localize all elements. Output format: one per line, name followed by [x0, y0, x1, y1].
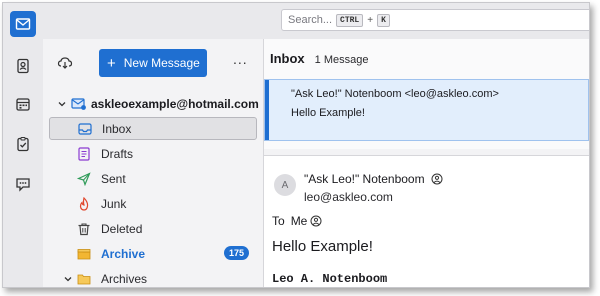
sender-address: leo@askleo.com: [304, 190, 393, 204]
folder-label: Sent: [101, 171, 126, 186]
message-body: Leo A. Notenboom: [272, 272, 388, 286]
calendar-button[interactable]: [10, 91, 36, 117]
mail-space-button[interactable]: [10, 11, 36, 37]
folder-junk[interactable]: Junk: [49, 192, 257, 215]
drafts-icon: [77, 146, 91, 161]
message-sender: "Ask Leo!" Notenboom <leo@askleo.com>: [291, 88, 499, 100]
folder-label: Deleted: [101, 221, 143, 236]
folder-pane: + New Message ... askleoexample@hotmail.…: [43, 39, 264, 287]
mail-icon: [15, 18, 31, 30]
unread-count-badge: 175: [223, 246, 249, 260]
new-message-button[interactable]: + New Message: [99, 49, 207, 77]
chevron-down-icon[interactable]: [63, 274, 73, 284]
contact-icon[interactable]: [431, 173, 443, 185]
archive-icon: [77, 247, 91, 261]
folder-sent[interactable]: Sent: [49, 167, 257, 190]
shortcut-plus: +: [367, 14, 374, 26]
chat-button[interactable]: [10, 171, 36, 197]
message-subject: Hello Example!: [291, 107, 365, 119]
folder-drafts[interactable]: Drafts: [49, 142, 257, 165]
account-mail-icon: [71, 98, 86, 110]
account-row[interactable]: askleoexample@hotmail.com: [57, 97, 259, 111]
search-placeholder: Search...: [288, 14, 333, 26]
address-book-icon: [17, 58, 29, 74]
cloud-download-icon: [57, 57, 73, 69]
preview-subject: Hello Example!: [272, 238, 373, 255]
inbox-icon: [78, 122, 92, 136]
to-label: To: [272, 214, 285, 228]
message-count: 1 Message: [314, 54, 369, 66]
folder-label: Archive: [101, 246, 146, 261]
new-message-label: New Message: [123, 56, 200, 70]
folder-label: Drafts: [101, 146, 134, 161]
tasks-icon: [17, 137, 29, 152]
chevron-down-icon: [58, 102, 66, 107]
folder-inbox[interactable]: Inbox: [49, 117, 257, 140]
folder-title: Inbox: [270, 51, 305, 66]
message-row[interactable]: "Ask Leo!" Notenboom <leo@askleo.com> He…: [264, 79, 589, 141]
tasks-button[interactable]: [10, 131, 36, 157]
folder-archive[interactable]: Archive 175: [49, 242, 257, 265]
folder-label: Archives: [101, 271, 148, 286]
trash-icon: [77, 222, 91, 236]
folder-label: Junk: [101, 196, 127, 211]
recipient-name[interactable]: Me: [291, 214, 308, 228]
message-preview: A "Ask Leo!" Notenboom leo@askleo.com To…: [264, 155, 589, 287]
avatar: A: [274, 174, 296, 196]
plus-icon: +: [107, 54, 116, 72]
chat-icon: [16, 178, 30, 192]
ctrl-key-hint: CTRL: [336, 13, 364, 27]
contact-icon[interactable]: [310, 215, 322, 227]
folder-deleted[interactable]: Deleted: [49, 217, 257, 240]
sender-name: "Ask Leo!" Notenboom: [304, 172, 425, 186]
selection-indicator: [265, 80, 269, 140]
folder-icon: [77, 272, 91, 286]
more-options-button[interactable]: ...: [233, 51, 248, 67]
recipient-row: To Me: [272, 214, 322, 228]
mail-window: Search... CTRL + K + New Message ... ask…: [2, 2, 590, 288]
sent-icon: [77, 171, 91, 186]
k-key-hint: K: [377, 13, 390, 27]
app-rail: [3, 3, 44, 287]
junk-icon: [77, 196, 91, 211]
message-list-header: Inbox 1 Message: [270, 51, 368, 66]
top-toolbar: Search... CTRL + K: [43, 3, 589, 40]
address-book-button[interactable]: [10, 53, 36, 79]
folder-label: Inbox: [102, 121, 132, 136]
message-list: Inbox 1 Message "Ask Leo!" Notenboom <leo…: [264, 39, 589, 149]
get-messages-button[interactable]: [57, 55, 73, 76]
sender-name-row[interactable]: "Ask Leo!" Notenboom: [304, 172, 443, 186]
account-name: askleoexample@hotmail.com: [91, 97, 259, 111]
search-input[interactable]: Search... CTRL + K: [281, 9, 589, 31]
folder-archives[interactable]: Archives: [49, 267, 257, 287]
calendar-icon: [16, 98, 30, 111]
